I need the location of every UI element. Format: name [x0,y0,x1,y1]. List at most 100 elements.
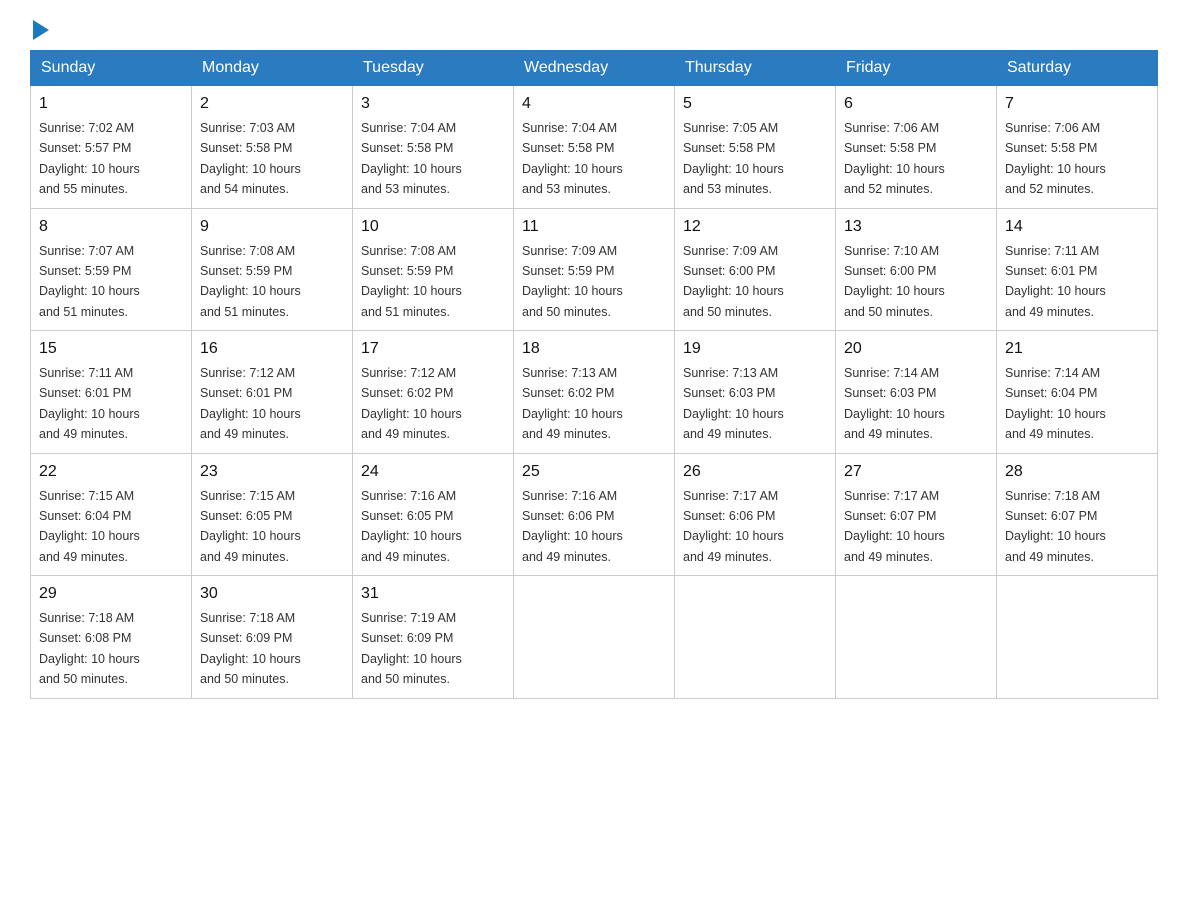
day-info: Sunrise: 7:04 AMSunset: 5:58 PMDaylight:… [361,121,462,196]
calendar-cell: 16 Sunrise: 7:12 AMSunset: 6:01 PMDaylig… [192,331,353,454]
calendar-header-row: SundayMondayTuesdayWednesdayThursdayFrid… [31,51,1158,86]
day-info: Sunrise: 7:16 AMSunset: 6:05 PMDaylight:… [361,489,462,564]
header-saturday: Saturday [997,51,1158,86]
day-info: Sunrise: 7:07 AMSunset: 5:59 PMDaylight:… [39,244,140,319]
day-number: 24 [361,460,505,484]
day-info: Sunrise: 7:13 AMSunset: 6:02 PMDaylight:… [522,366,623,441]
day-info: Sunrise: 7:14 AMSunset: 6:03 PMDaylight:… [844,366,945,441]
day-number: 8 [39,215,183,239]
calendar-cell [997,576,1158,699]
day-info: Sunrise: 7:11 AMSunset: 6:01 PMDaylight:… [39,366,140,441]
day-number: 23 [200,460,344,484]
day-number: 21 [1005,337,1149,361]
day-number: 26 [683,460,827,484]
day-number: 29 [39,582,183,606]
calendar-cell: 29 Sunrise: 7:18 AMSunset: 6:08 PMDaylig… [31,576,192,699]
day-number: 16 [200,337,344,361]
header-sunday: Sunday [31,51,192,86]
day-number: 22 [39,460,183,484]
day-info: Sunrise: 7:11 AMSunset: 6:01 PMDaylight:… [1005,244,1106,319]
day-info: Sunrise: 7:02 AMSunset: 5:57 PMDaylight:… [39,121,140,196]
day-number: 2 [200,92,344,116]
calendar-cell: 3 Sunrise: 7:04 AMSunset: 5:58 PMDayligh… [353,86,514,209]
day-info: Sunrise: 7:12 AMSunset: 6:01 PMDaylight:… [200,366,301,441]
day-info: Sunrise: 7:15 AMSunset: 6:05 PMDaylight:… [200,489,301,564]
day-info: Sunrise: 7:08 AMSunset: 5:59 PMDaylight:… [361,244,462,319]
calendar-cell: 22 Sunrise: 7:15 AMSunset: 6:04 PMDaylig… [31,453,192,576]
calendar-cell: 13 Sunrise: 7:10 AMSunset: 6:00 PMDaylig… [836,208,997,331]
day-info: Sunrise: 7:18 AMSunset: 6:07 PMDaylight:… [1005,489,1106,564]
calendar-cell: 5 Sunrise: 7:05 AMSunset: 5:58 PMDayligh… [675,86,836,209]
calendar-cell: 19 Sunrise: 7:13 AMSunset: 6:03 PMDaylig… [675,331,836,454]
day-info: Sunrise: 7:12 AMSunset: 6:02 PMDaylight:… [361,366,462,441]
header-tuesday: Tuesday [353,51,514,86]
day-info: Sunrise: 7:15 AMSunset: 6:04 PMDaylight:… [39,489,140,564]
calendar-cell: 23 Sunrise: 7:15 AMSunset: 6:05 PMDaylig… [192,453,353,576]
day-number: 15 [39,337,183,361]
day-number: 1 [39,92,183,116]
calendar-cell: 31 Sunrise: 7:19 AMSunset: 6:09 PMDaylig… [353,576,514,699]
day-number: 13 [844,215,988,239]
day-number: 17 [361,337,505,361]
day-number: 14 [1005,215,1149,239]
header-thursday: Thursday [675,51,836,86]
day-info: Sunrise: 7:03 AMSunset: 5:58 PMDaylight:… [200,121,301,196]
calendar-cell: 8 Sunrise: 7:07 AMSunset: 5:59 PMDayligh… [31,208,192,331]
day-info: Sunrise: 7:09 AMSunset: 5:59 PMDaylight:… [522,244,623,319]
day-number: 28 [1005,460,1149,484]
calendar-cell: 24 Sunrise: 7:16 AMSunset: 6:05 PMDaylig… [353,453,514,576]
calendar-cell: 1 Sunrise: 7:02 AMSunset: 5:57 PMDayligh… [31,86,192,209]
calendar-week-row: 22 Sunrise: 7:15 AMSunset: 6:04 PMDaylig… [31,453,1158,576]
page-header [30,20,1158,32]
day-number: 11 [522,215,666,239]
calendar-cell: 11 Sunrise: 7:09 AMSunset: 5:59 PMDaylig… [514,208,675,331]
day-number: 12 [683,215,827,239]
day-number: 9 [200,215,344,239]
calendar-cell [836,576,997,699]
day-info: Sunrise: 7:14 AMSunset: 6:04 PMDaylight:… [1005,366,1106,441]
calendar-week-row: 8 Sunrise: 7:07 AMSunset: 5:59 PMDayligh… [31,208,1158,331]
day-info: Sunrise: 7:18 AMSunset: 6:09 PMDaylight:… [200,611,301,686]
header-monday: Monday [192,51,353,86]
day-number: 25 [522,460,666,484]
calendar-cell: 2 Sunrise: 7:03 AMSunset: 5:58 PMDayligh… [192,86,353,209]
calendar-cell [675,576,836,699]
logo [30,20,49,32]
calendar-cell: 18 Sunrise: 7:13 AMSunset: 6:02 PMDaylig… [514,331,675,454]
day-info: Sunrise: 7:05 AMSunset: 5:58 PMDaylight:… [683,121,784,196]
day-info: Sunrise: 7:16 AMSunset: 6:06 PMDaylight:… [522,489,623,564]
calendar-cell: 21 Sunrise: 7:14 AMSunset: 6:04 PMDaylig… [997,331,1158,454]
calendar-cell: 20 Sunrise: 7:14 AMSunset: 6:03 PMDaylig… [836,331,997,454]
calendar-cell: 10 Sunrise: 7:08 AMSunset: 5:59 PMDaylig… [353,208,514,331]
calendar-cell: 28 Sunrise: 7:18 AMSunset: 6:07 PMDaylig… [997,453,1158,576]
calendar-cell: 25 Sunrise: 7:16 AMSunset: 6:06 PMDaylig… [514,453,675,576]
calendar-cell: 14 Sunrise: 7:11 AMSunset: 6:01 PMDaylig… [997,208,1158,331]
day-number: 10 [361,215,505,239]
day-number: 5 [683,92,827,116]
calendar-cell: 12 Sunrise: 7:09 AMSunset: 6:00 PMDaylig… [675,208,836,331]
calendar-table: SundayMondayTuesdayWednesdayThursdayFrid… [30,50,1158,699]
header-friday: Friday [836,51,997,86]
day-number: 27 [844,460,988,484]
calendar-cell: 4 Sunrise: 7:04 AMSunset: 5:58 PMDayligh… [514,86,675,209]
header-wednesday: Wednesday [514,51,675,86]
calendar-cell: 17 Sunrise: 7:12 AMSunset: 6:02 PMDaylig… [353,331,514,454]
logo-arrow-icon [33,20,49,40]
calendar-cell: 9 Sunrise: 7:08 AMSunset: 5:59 PMDayligh… [192,208,353,331]
calendar-week-row: 1 Sunrise: 7:02 AMSunset: 5:57 PMDayligh… [31,86,1158,209]
calendar-cell: 27 Sunrise: 7:17 AMSunset: 6:07 PMDaylig… [836,453,997,576]
day-number: 18 [522,337,666,361]
logo-general-text [30,20,49,38]
day-info: Sunrise: 7:17 AMSunset: 6:06 PMDaylight:… [683,489,784,564]
day-info: Sunrise: 7:17 AMSunset: 6:07 PMDaylight:… [844,489,945,564]
day-info: Sunrise: 7:10 AMSunset: 6:00 PMDaylight:… [844,244,945,319]
day-info: Sunrise: 7:09 AMSunset: 6:00 PMDaylight:… [683,244,784,319]
day-info: Sunrise: 7:08 AMSunset: 5:59 PMDaylight:… [200,244,301,319]
day-number: 20 [844,337,988,361]
day-number: 6 [844,92,988,116]
calendar-cell: 26 Sunrise: 7:17 AMSunset: 6:06 PMDaylig… [675,453,836,576]
day-number: 30 [200,582,344,606]
calendar-week-row: 15 Sunrise: 7:11 AMSunset: 6:01 PMDaylig… [31,331,1158,454]
day-number: 31 [361,582,505,606]
calendar-cell: 15 Sunrise: 7:11 AMSunset: 6:01 PMDaylig… [31,331,192,454]
